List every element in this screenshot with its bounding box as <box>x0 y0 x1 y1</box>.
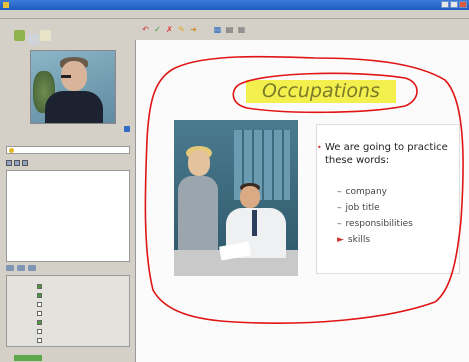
grid-icon[interactable]: ▦ <box>237 25 246 34</box>
title-bar <box>0 0 469 10</box>
maximize-icon[interactable] <box>450 1 458 8</box>
pencil-icon[interactable] <box>40 30 51 41</box>
agenda-check-icon[interactable] <box>37 320 42 325</box>
undo-icon[interactable]: ↶ <box>141 25 150 34</box>
laser-pointer-icon[interactable] <box>14 30 25 41</box>
check-icon[interactable]: ✓ <box>153 25 162 34</box>
chat-panel[interactable] <box>6 170 130 262</box>
slide-textbox: • We are going to practice these words: … <box>316 124 460 274</box>
slide-bullet-intro: • We are going to practice these words: <box>317 142 448 166</box>
participant-row[interactable] <box>6 146 130 154</box>
agenda-check-icon[interactable] <box>37 338 42 343</box>
agenda-item[interactable] <box>37 338 44 343</box>
app-icon <box>3 2 9 8</box>
left-toolbar <box>0 20 135 50</box>
save-icon[interactable]: ▩ <box>213 25 222 34</box>
slide-title: Occupations <box>246 80 396 103</box>
agenda-header <box>6 268 130 275</box>
close-icon[interactable] <box>459 1 467 8</box>
agenda-check-icon[interactable] <box>37 293 42 298</box>
slide-photo <box>174 120 298 276</box>
slide-item: ► skills <box>337 235 371 245</box>
agenda-item[interactable] <box>37 311 44 316</box>
status-indicator <box>14 355 42 361</box>
arrow-marker-icon: ► <box>337 235 344 245</box>
agenda-check-icon[interactable] <box>37 302 42 307</box>
agenda-check-icon[interactable] <box>37 329 42 334</box>
slide-item: – job title <box>337 203 380 213</box>
agenda-check-icon[interactable] <box>37 311 42 316</box>
arrow-icon[interactable]: ➜ <box>189 25 198 34</box>
agenda-item[interactable] <box>37 293 44 298</box>
agenda-item[interactable] <box>37 284 44 289</box>
slide-item: – responsibilities <box>337 219 413 229</box>
chat-tool-icon-3[interactable] <box>22 160 28 166</box>
agenda-check-icon[interactable] <box>37 284 42 289</box>
pointer-icon[interactable] <box>28 34 39 45</box>
agenda-panel <box>6 275 130 347</box>
video-settings-icon[interactable] <box>124 126 130 132</box>
bullet-icon: • <box>317 143 322 152</box>
slide-item: – company <box>337 187 387 197</box>
agenda-item[interactable] <box>37 329 44 334</box>
whiteboard-toolbar: ↶ ✓ ✗ ✎ ➜ ▩ ▤ ▦ <box>135 20 469 38</box>
chat-tool-icon-2[interactable] <box>14 160 20 166</box>
whiteboard-stage[interactable]: Occupations • We are going to practice t… <box>135 40 469 362</box>
agenda-item[interactable] <box>37 302 44 307</box>
agenda-item[interactable] <box>37 320 44 325</box>
presenter-status-icon <box>9 147 14 153</box>
chat-toolbar <box>6 160 28 166</box>
menu-bar <box>0 10 469 19</box>
participants-header <box>6 137 130 144</box>
participant-video <box>30 50 116 124</box>
delete-icon[interactable]: ✗ <box>165 25 174 34</box>
minimize-icon[interactable] <box>441 1 449 8</box>
print-icon[interactable]: ▤ <box>225 25 234 34</box>
chat-tool-icon-1[interactable] <box>6 160 12 166</box>
pen-icon[interactable]: ✎ <box>177 25 186 34</box>
